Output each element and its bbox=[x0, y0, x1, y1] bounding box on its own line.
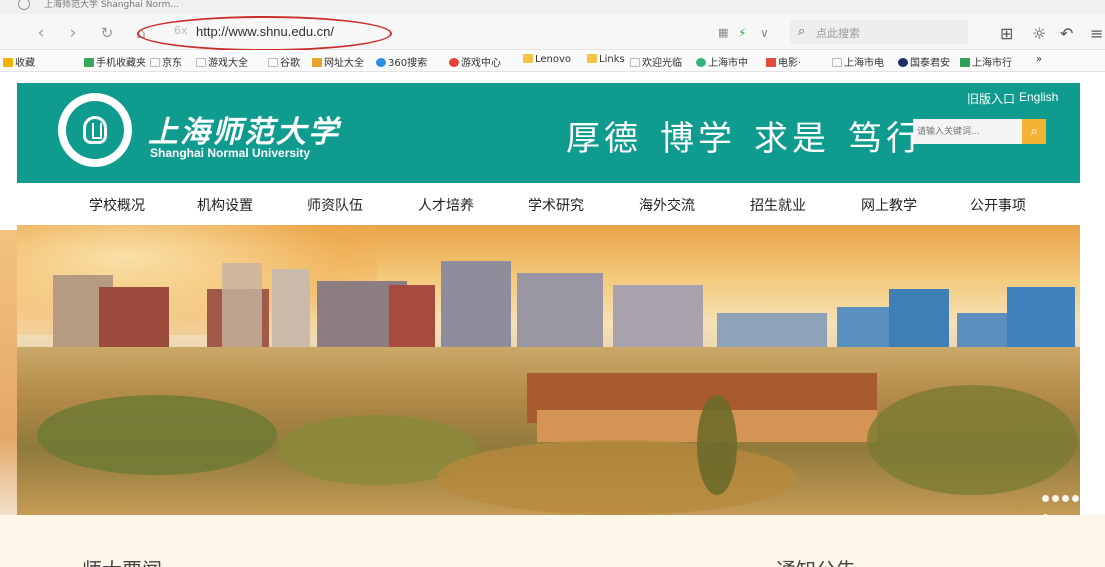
bookmark-item[interactable]: 网址大全 bbox=[312, 54, 364, 69]
reload-icon[interactable]: ↻ bbox=[96, 22, 118, 44]
site-name-chinese: 上海师范大学 bbox=[148, 115, 340, 150]
bookmark-item[interactable]: 欢迎光临 bbox=[630, 54, 682, 69]
motto-word: 求是 bbox=[754, 119, 830, 159]
nav-item-departments[interactable]: 机构设置 bbox=[197, 195, 253, 215]
banner-building bbox=[272, 269, 310, 347]
lightning-icon[interactable]: ⚡ bbox=[738, 26, 746, 40]
brightness-icon[interactable]: ☼ bbox=[1032, 24, 1046, 43]
bookmark-item[interactable]: 国泰君安 bbox=[898, 54, 950, 69]
url-field[interactable]: 6x http://www.shnu.edu.cn/ bbox=[168, 18, 390, 46]
banner-building bbox=[1007, 287, 1075, 347]
bookmark-item[interactable]: 上海市中 bbox=[696, 54, 748, 69]
bookmark-item[interactable]: 手机收藏夹 bbox=[84, 54, 146, 69]
bookmark-item[interactable]: Links bbox=[587, 54, 625, 65]
carousel-dot[interactable] bbox=[1042, 495, 1049, 502]
bookmark-item[interactable]: 游戏中心 bbox=[449, 54, 501, 69]
banner-building bbox=[441, 261, 511, 347]
bookmark-item[interactable]: 游戏大全 bbox=[196, 54, 248, 69]
section-title-notices[interactable]: 通知公告 bbox=[776, 554, 856, 567]
bookmark-item[interactable]: 上海市电 bbox=[832, 54, 884, 69]
banner-building bbox=[389, 285, 435, 347]
nav-item-admissions[interactable]: 招生就业 bbox=[750, 195, 806, 215]
campus-banner-image[interactable] bbox=[17, 225, 1080, 515]
browser-search-input[interactable]: ⌕ 点此搜索 bbox=[790, 20, 968, 44]
carousel-dot[interactable] bbox=[1062, 495, 1069, 502]
search-icon: ⌕ bbox=[798, 24, 806, 39]
search-placeholder: 点此搜索 bbox=[816, 27, 860, 40]
motto-word: 博学 bbox=[660, 119, 736, 159]
undo-icon[interactable]: ↶ bbox=[1060, 24, 1073, 43]
bookmark-item[interactable]: 京东 bbox=[150, 54, 182, 69]
site-search: ⌕ bbox=[913, 119, 1046, 144]
university-motto: 厚德 博学 求是 笃行 bbox=[566, 111, 942, 160]
banner-trees bbox=[37, 395, 277, 475]
banner-trees bbox=[867, 385, 1077, 495]
content-area bbox=[0, 515, 1105, 567]
bookmark-item[interactable]: 上海市行 bbox=[960, 54, 1012, 69]
bookmark-item[interactable]: Lenovo bbox=[523, 54, 571, 65]
logo-mark-icon bbox=[83, 116, 107, 144]
site-search-input[interactable] bbox=[913, 119, 1023, 144]
banner-tree bbox=[697, 395, 737, 495]
back-arrow-icon[interactable]: ‹ bbox=[30, 22, 52, 44]
logo-emblem bbox=[66, 101, 124, 159]
banner-building bbox=[517, 273, 603, 347]
qr-code-icon[interactable]: ▦ bbox=[718, 26, 728, 39]
browser-tab[interactable]: 上海师范大学 Shanghai Norm... bbox=[44, 0, 264, 14]
bookmark-item[interactable]: 收藏 bbox=[3, 54, 35, 69]
section-title-news[interactable]: 师大要闻 bbox=[82, 554, 162, 567]
bookmarks-bar: 收藏 手机收藏夹 京东 游戏大全 谷歌 网址大全 360搜索 游戏中心 Leno… bbox=[0, 50, 1105, 72]
site-header: 上海师范大学 Shanghai Normal University 厚德 博学 求是… bbox=[17, 83, 1080, 183]
nav-item-school-overview[interactable]: 学校概况 bbox=[89, 195, 145, 215]
carousel-dot[interactable] bbox=[1072, 495, 1079, 502]
nav-item-faculty[interactable]: 师资队伍 bbox=[307, 195, 363, 215]
browser-tab-strip: 上海师范大学 Shanghai Norm... bbox=[0, 0, 1105, 14]
site-search-button[interactable]: ⌕ bbox=[1022, 119, 1046, 144]
grid-menu-icon[interactable]: ⊞ bbox=[1000, 24, 1013, 43]
site-identity-icon: 6x bbox=[174, 24, 188, 37]
banner-building bbox=[957, 313, 1011, 347]
nav-item-online-teaching[interactable]: 网上教学 bbox=[861, 195, 917, 215]
old-version-link[interactable]: 旧版入口 bbox=[967, 90, 1015, 107]
tab-back-circle-icon[interactable] bbox=[18, 0, 30, 10]
site-name-english: Shanghai Normal University bbox=[150, 146, 311, 160]
banner-trees bbox=[437, 440, 797, 515]
main-navigation: 学校概况 机构设置 师资队伍 人才培养 学术研究 海外交流 招生就业 网上教学 … bbox=[17, 183, 1080, 225]
university-logo[interactable] bbox=[58, 93, 132, 167]
motto-word: 厚德 bbox=[566, 119, 642, 159]
banner-building bbox=[222, 263, 262, 347]
banner-building bbox=[889, 289, 949, 347]
chevron-down-icon[interactable]: ∨ bbox=[760, 26, 769, 40]
browser-address-bar: ‹ › ↻ ⌂ 6x http://www.shnu.edu.cn/ ▦ ⚡ ∨… bbox=[0, 14, 1105, 51]
banner-building bbox=[99, 287, 169, 347]
bookmark-item[interactable]: 360搜索 bbox=[376, 54, 427, 69]
bookmark-item[interactable]: 电影· bbox=[766, 54, 801, 69]
nav-item-public-affairs[interactable]: 公开事项 bbox=[970, 195, 1026, 215]
search-icon: ⌕ bbox=[1030, 124, 1038, 139]
bookmarks-overflow[interactable]: » bbox=[1036, 54, 1042, 65]
home-icon[interactable]: ⌂ bbox=[130, 22, 152, 44]
banner-building bbox=[717, 313, 827, 347]
carousel-dot[interactable] bbox=[1052, 495, 1059, 502]
forward-arrow-icon[interactable]: › bbox=[62, 22, 84, 44]
nav-item-research[interactable]: 学术研究 bbox=[528, 195, 584, 215]
nav-item-education[interactable]: 人才培养 bbox=[418, 195, 474, 215]
menu-icon[interactable]: ≡ bbox=[1090, 24, 1103, 43]
banner-carousel-dots bbox=[1039, 487, 1080, 515]
banner-building bbox=[837, 307, 897, 347]
nav-item-international[interactable]: 海外交流 bbox=[639, 195, 695, 215]
banner-building bbox=[613, 285, 703, 347]
url-text: http://www.shnu.edu.cn/ bbox=[196, 24, 335, 39]
english-link[interactable]: English bbox=[1019, 90, 1058, 104]
bookmark-item[interactable]: 谷歌 bbox=[268, 54, 300, 69]
